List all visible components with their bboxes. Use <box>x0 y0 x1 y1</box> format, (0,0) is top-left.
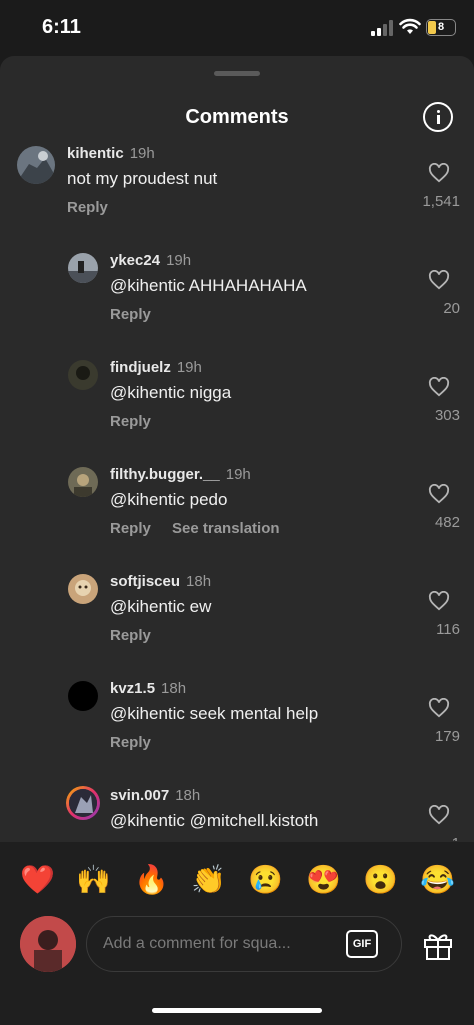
comment-item: softjisceu 18h @kihentic ew Reply 116 <box>0 569 474 669</box>
heart-icon[interactable] <box>428 591 450 611</box>
reply-button[interactable]: Reply <box>110 306 151 323</box>
comment-input[interactable]: Add a comment for squa... GIF <box>86 916 402 972</box>
avatar[interactable] <box>68 253 98 283</box>
reply-button[interactable]: Reply <box>110 627 151 644</box>
story-ring-avatar[interactable] <box>66 786 100 820</box>
comment-username[interactable]: kvz1.5 18h <box>110 680 186 697</box>
clapping-hands-emoji-button[interactable]: 👏 <box>191 860 226 900</box>
like-count: 20 <box>443 300 460 317</box>
comment-item: findjuelz 19h @kihentic nigga Reply 303 <box>0 355 474 455</box>
status-bar: 6:11 8 <box>0 0 474 58</box>
reply-button[interactable]: Reply <box>110 413 151 430</box>
cellular-signal-icon <box>371 20 393 36</box>
heart-icon[interactable] <box>428 163 450 183</box>
see-translation-button[interactable]: See translation <box>172 520 280 537</box>
like-count: 1,541 <box>422 193 460 210</box>
wifi-icon <box>399 18 421 34</box>
comment-time: 19h <box>129 145 155 162</box>
raised-hands-emoji-button[interactable]: 🙌 <box>76 860 111 900</box>
heart-icon[interactable] <box>428 377 450 397</box>
comment-time: 19h <box>176 359 202 376</box>
comment-username[interactable]: ykec24 19h <box>110 252 191 269</box>
red-heart-emoji-button[interactable]: ❤️ <box>20 860 55 900</box>
status-time: 6:11 <box>42 16 81 38</box>
comment-text: @kihentic @mitchell.kistoth <box>110 811 319 830</box>
comment-text: not my proudest nut <box>67 169 218 188</box>
like-count: 179 <box>434 728 460 745</box>
heart-icon[interactable] <box>428 270 450 290</box>
comment-time: 18h <box>161 680 187 697</box>
surprised-face-emoji-button[interactable]: 😮 <box>363 860 398 900</box>
info-icon[interactable] <box>423 102 453 132</box>
gift-icon[interactable] <box>422 930 454 960</box>
like-count: 1 <box>400 835 460 841</box>
comment-time: 18h <box>186 573 212 590</box>
comment-text: @kihentic pedo <box>110 490 228 509</box>
comment-username[interactable]: filthy.bugger.__ 19h <box>110 466 251 483</box>
avatar[interactable] <box>68 574 98 604</box>
like-count: 303 <box>434 407 460 424</box>
heart-icon[interactable] <box>428 698 450 718</box>
comment-username[interactable]: findjuelz 19h <box>110 359 202 376</box>
reply-button[interactable]: Reply <box>110 520 151 537</box>
fire-emoji-button[interactable]: 🔥 <box>134 860 169 900</box>
comment-item: svin.007 18h @kihentic @mitchell.kistoth … <box>0 783 474 841</box>
gif-button[interactable]: GIF <box>346 930 378 958</box>
comment-item: ykec24 19h @kihentic AHHAHAHAHA Reply 20 <box>0 248 474 348</box>
comment-username[interactable]: kihentic 19h <box>67 145 155 162</box>
comment-item: kvz1.5 18h @kihentic seek mental help Rep… <box>0 676 474 776</box>
battery-level: 8 <box>437 21 445 33</box>
sheet-title: Comments <box>185 106 289 128</box>
comment-input-placeholder: Add a comment for squa... <box>103 935 291 952</box>
comment-text: @kihentic ew <box>110 597 212 616</box>
avatar[interactable] <box>68 467 98 497</box>
reply-button[interactable]: Reply <box>110 734 151 751</box>
avatar[interactable] <box>68 681 98 711</box>
comment-time: 19h <box>166 252 192 269</box>
like-count: 116 <box>436 621 460 638</box>
reply-button[interactable]: Reply <box>67 199 108 216</box>
comment-time: 19h <box>225 466 251 483</box>
my-avatar <box>20 916 76 972</box>
heart-icon[interactable] <box>428 484 450 504</box>
avatar[interactable] <box>68 360 98 390</box>
heart-eyes-emoji-button[interactable]: 😍 <box>306 860 341 900</box>
comment-list[interactable]: kihentic 19h not my proudest nut Reply 1,… <box>0 141 474 841</box>
comment-item: kihentic 19h not my proudest nut Reply 1,… <box>0 141 474 241</box>
heart-icon[interactable] <box>428 805 450 825</box>
comment-text: @kihentic AHHAHAHAHA <box>110 276 307 295</box>
drag-handle[interactable] <box>214 71 260 76</box>
like-count: 482 <box>434 514 460 531</box>
comment-composer: Add a comment for squa... GIF <box>0 902 474 1025</box>
comment-username[interactable]: svin.007 18h <box>110 787 200 804</box>
home-indicator <box>152 1008 322 1013</box>
comment-text: @kihentic nigga <box>110 383 232 402</box>
avatar[interactable] <box>17 146 55 184</box>
comment-item: filthy.bugger.__ 19h @kihentic pedo Reply… <box>0 462 474 562</box>
comment-username[interactable]: softjisceu 18h <box>110 573 211 590</box>
comment-time: 18h <box>175 787 201 804</box>
laughing-face-emoji-button[interactable]: 😂 <box>420 860 455 900</box>
comment-text: @kihentic seek mental help <box>110 704 319 723</box>
battery-icon: 8 <box>426 19 456 36</box>
crying-face-emoji-button[interactable]: 😢 <box>248 860 283 900</box>
